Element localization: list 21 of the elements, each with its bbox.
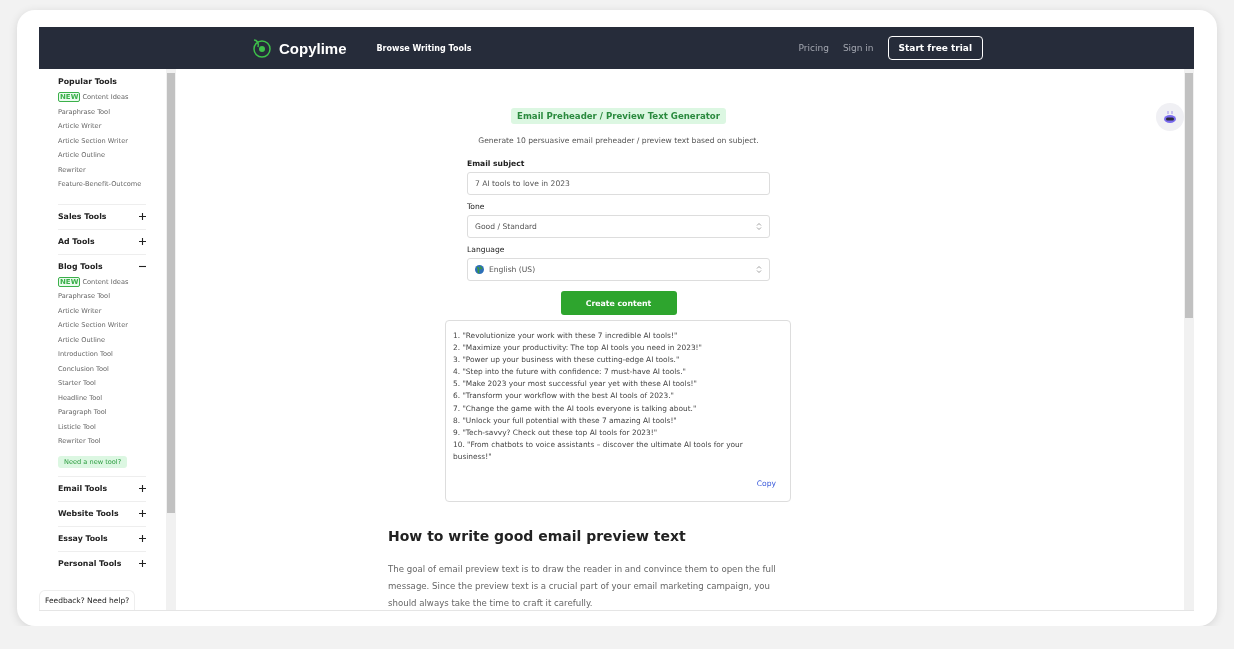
plus-icon[interactable] — [139, 484, 146, 492]
browse-link[interactable]: Browse Writing Tools — [376, 43, 472, 53]
chevron-updown-icon — [756, 222, 762, 231]
article-paragraph: The goal of email preview text is to draw the reader in and convince them to open the full message. Since the preview text is a crucial part of your email marketing campaign, you should always take the time to craft it carefully. — [388, 563, 777, 610]
trial-button[interactable]: Start free trial — [887, 36, 983, 60]
brand-name[interactable]: Copylime — [279, 39, 347, 57]
chatbot-button[interactable] — [1156, 103, 1184, 131]
scrollbar[interactable] — [1184, 69, 1194, 610]
plus-icon[interactable] — [139, 212, 146, 220]
plus-icon[interactable] — [139, 534, 146, 542]
tool-title: Email Preheader / Preview Text Generator — [511, 108, 726, 124]
nav-link[interactable]: Pricing — [798, 43, 829, 53]
globe-icon — [475, 265, 484, 274]
plus-icon[interactable] — [139, 509, 146, 517]
plus-icon[interactable] — [139, 559, 146, 567]
robot-icon — [1163, 110, 1177, 124]
chevron-updown-icon — [756, 265, 762, 274]
scrollbar[interactable] — [166, 69, 176, 610]
article-heading: How to write good email preview text — [388, 528, 687, 544]
nav-link[interactable]: Sign in — [842, 43, 874, 53]
plus-icon[interactable] — [139, 237, 146, 245]
